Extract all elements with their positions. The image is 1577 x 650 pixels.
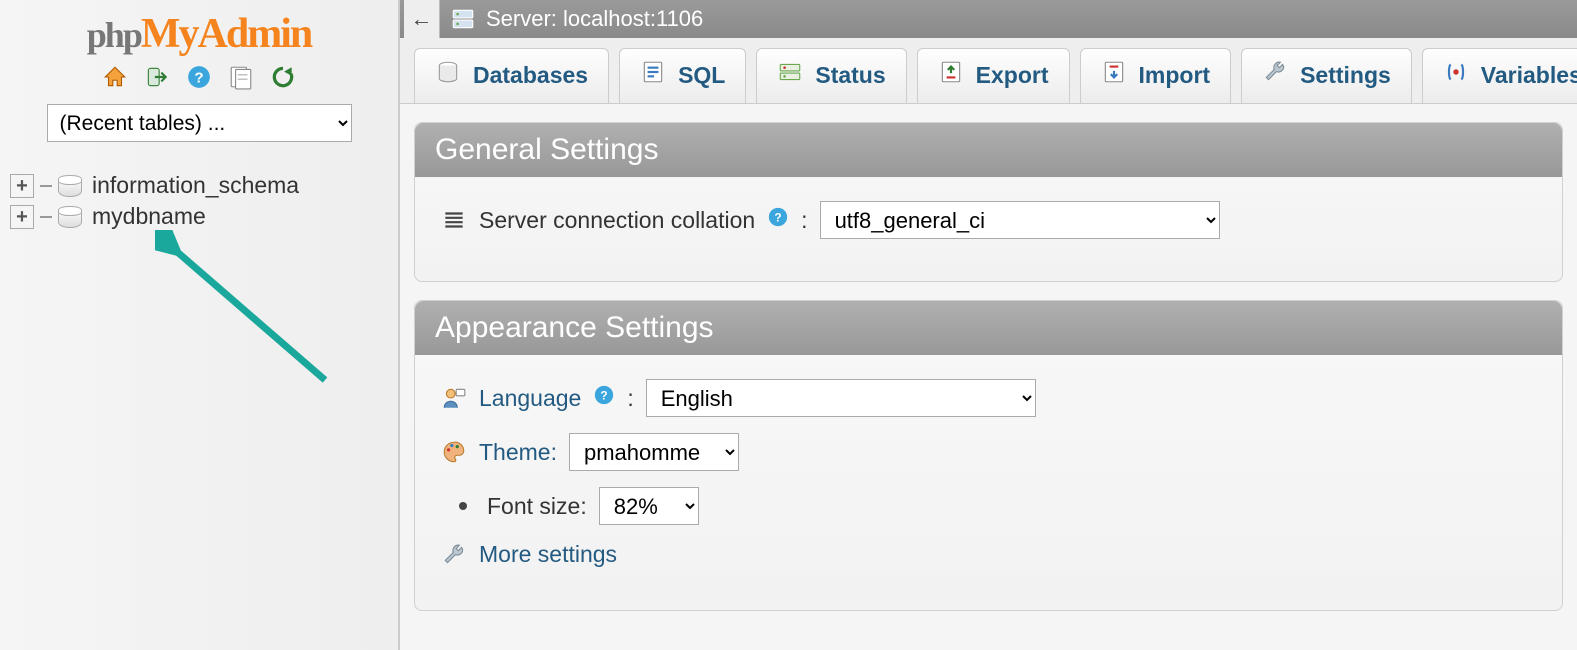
database-icon: [435, 59, 461, 91]
import-icon: [1101, 59, 1127, 91]
collation-row: Server connection collation ? : utf8_gen…: [441, 201, 1536, 239]
expand-icon[interactable]: +: [10, 205, 34, 229]
wrench-icon: [441, 542, 467, 568]
recent-tables-select[interactable]: (Recent tables) ...: [47, 104, 352, 142]
font-size-row: Font size: 82%: [441, 487, 1536, 525]
colon: :: [627, 385, 633, 412]
logo-part-my: My: [141, 11, 198, 57]
tab-label: Export: [976, 62, 1049, 89]
tab-status[interactable]: Status: [756, 48, 906, 103]
main-tabs: Databases SQL Status Export Import Setti…: [400, 38, 1577, 104]
main-panel: ← Server: localhost:1106 Databases SQL S…: [400, 0, 1577, 650]
tree-branch-line: [40, 216, 52, 218]
server-breadcrumb-label[interactable]: Server: localhost:1106: [486, 6, 703, 32]
tab-settings[interactable]: Settings: [1241, 48, 1412, 103]
tree-row-information-schema[interactable]: + information_schema: [10, 170, 392, 201]
theme-label[interactable]: Theme:: [479, 439, 557, 466]
refresh-icon[interactable]: [270, 64, 296, 96]
theme-icon: [441, 439, 467, 465]
collation-icon: [441, 207, 467, 233]
server-breadcrumb-bar: ← Server: localhost:1106: [400, 0, 1577, 38]
status-icon: [777, 59, 803, 91]
tab-label: Databases: [473, 62, 588, 89]
database-tree: + information_schema + mydbname: [0, 162, 398, 232]
sql-query-icon[interactable]: [228, 64, 254, 96]
language-select[interactable]: English: [646, 379, 1036, 417]
help-icon[interactable]: ?: [767, 206, 789, 234]
language-row: Language ? : English: [441, 379, 1536, 417]
font-size-select[interactable]: 82%: [599, 487, 699, 525]
tab-label: Settings: [1300, 62, 1391, 89]
database-icon: [58, 205, 82, 229]
help-icon[interactable]: ?: [186, 64, 212, 96]
tree-branch-line: [40, 185, 52, 187]
svg-text:?: ?: [601, 389, 608, 403]
general-settings-heading: General Settings: [415, 123, 1562, 177]
appearance-settings-panel: Appearance Settings Language ? : English: [414, 300, 1563, 611]
svg-text:?: ?: [194, 69, 203, 86]
tab-label: SQL: [678, 62, 725, 89]
wrench-icon: [1262, 59, 1288, 91]
home-icon[interactable]: [102, 64, 128, 96]
tab-variables[interactable]: Variables: [1422, 48, 1577, 103]
collation-label: Server connection collation: [479, 207, 755, 234]
sql-icon: [640, 59, 666, 91]
language-label[interactable]: Language: [479, 385, 581, 412]
expand-icon[interactable]: +: [10, 174, 34, 198]
tab-label: Status: [815, 62, 885, 89]
phpmyadmin-logo[interactable]: phpMyAdmin: [0, 0, 398, 62]
font-size-label: Font size:: [487, 493, 587, 520]
tab-databases[interactable]: Databases: [414, 48, 609, 103]
tab-import[interactable]: Import: [1080, 48, 1232, 103]
tab-label: Variables: [1481, 62, 1577, 89]
back-button[interactable]: ←: [404, 0, 440, 38]
more-settings-link[interactable]: More settings: [479, 541, 617, 568]
sidebar-toolbar: ?: [0, 62, 398, 104]
theme-select[interactable]: pmahomme: [569, 433, 739, 471]
export-icon: [938, 59, 964, 91]
help-icon[interactable]: ?: [593, 384, 615, 412]
logout-icon[interactable]: [144, 64, 170, 96]
server-icon: [450, 6, 476, 32]
collation-select[interactable]: utf8_general_ci: [820, 201, 1220, 239]
bullet-icon: [459, 502, 467, 510]
logo-part-admin: Admin: [198, 11, 312, 57]
svg-text:?: ?: [775, 211, 782, 225]
database-label: information_schema: [88, 172, 299, 199]
tab-label: Import: [1139, 62, 1211, 89]
logo-part-php: php: [87, 15, 141, 55]
appearance-settings-heading: Appearance Settings: [415, 301, 1562, 355]
language-icon: [441, 385, 467, 411]
more-settings-row: More settings: [441, 541, 1536, 568]
database-icon: [58, 174, 82, 198]
tab-export[interactable]: Export: [917, 48, 1070, 103]
annotation-arrow-icon: [155, 230, 355, 400]
database-label: mydbname: [88, 203, 206, 230]
variables-icon: [1443, 59, 1469, 91]
tree-row-mydbname[interactable]: + mydbname: [10, 201, 392, 232]
tab-sql[interactable]: SQL: [619, 48, 746, 103]
sidebar: phpMyAdmin ? (Recent tables) ... + infor…: [0, 0, 400, 650]
theme-row: Theme: pmahomme: [441, 433, 1536, 471]
colon: :: [801, 207, 807, 234]
general-settings-panel: General Settings Server connection colla…: [414, 122, 1563, 282]
recent-tables-wrap: (Recent tables) ...: [0, 104, 398, 142]
